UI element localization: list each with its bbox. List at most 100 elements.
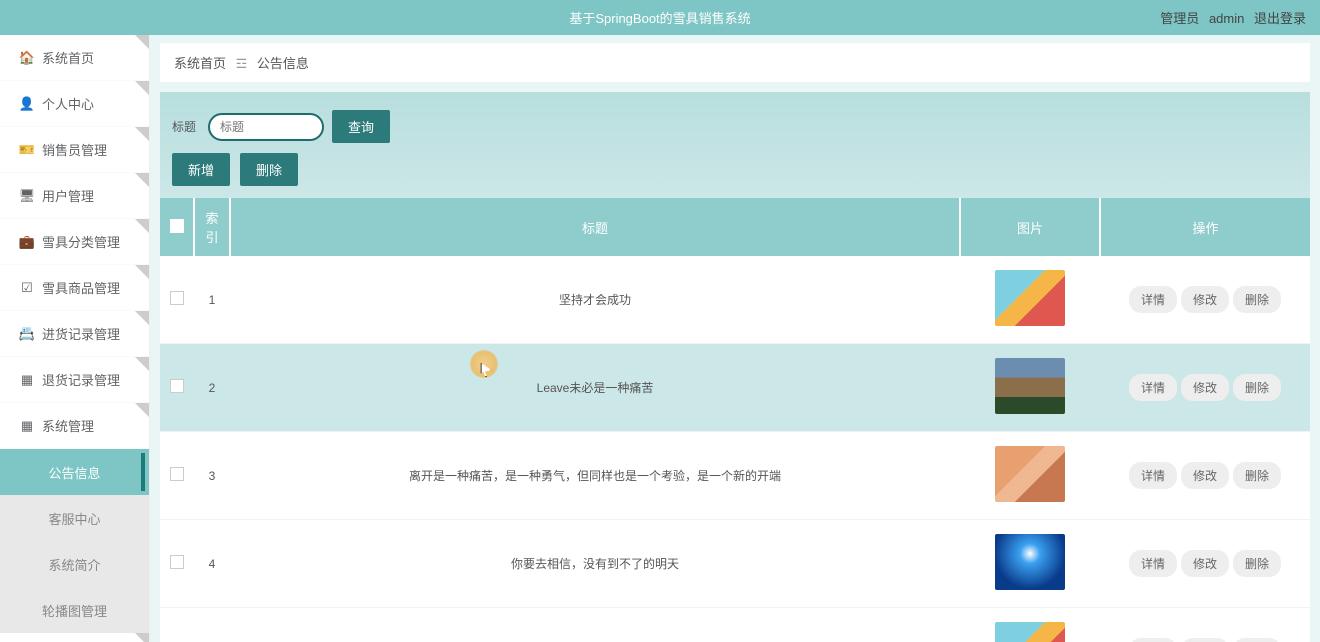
row-title: Leave未必是一种痛苦: [230, 344, 960, 432]
submenu-item-service[interactable]: 客服中心: [0, 495, 149, 541]
detail-button[interactable]: 详情: [1129, 550, 1177, 577]
edit-button[interactable]: 修改: [1181, 638, 1229, 642]
ticket-icon: 🎫: [20, 143, 34, 157]
add-button[interactable]: 新增: [172, 153, 230, 186]
select-all-header[interactable]: [160, 198, 194, 256]
sidebar-item-label: 雪具分类管理: [42, 232, 120, 251]
row-checkbox[interactable]: [160, 256, 194, 344]
sidebar-item-category[interactable]: 💼 雪具分类管理: [0, 219, 149, 265]
row-image: [960, 432, 1100, 520]
row-checkbox[interactable]: [160, 344, 194, 432]
submenu-item-intro[interactable]: 系统简介: [0, 541, 149, 587]
th-image: 图片: [960, 198, 1100, 256]
thumb-image: [995, 270, 1065, 326]
row-checkbox[interactable]: [160, 432, 194, 520]
row-ops: 详情修改删除: [1100, 608, 1310, 642]
detail-button[interactable]: 详情: [1129, 638, 1177, 642]
row-index: 1: [194, 256, 230, 344]
row-index: 2: [194, 344, 230, 432]
thumb-image: [995, 446, 1065, 502]
sidebar-item-order[interactable]: 👤订单管理: [0, 633, 149, 642]
sidebar-item-stockout[interactable]: ▦退货记录管理: [0, 357, 149, 403]
row-image: [960, 608, 1100, 642]
header-right: 管理员 admin 退出登录: [1154, 8, 1306, 27]
delete-button[interactable]: 删除: [240, 153, 298, 186]
th-index: 索引: [194, 198, 230, 256]
delete-row-button[interactable]: 删除: [1233, 550, 1281, 577]
breadcrumb-root[interactable]: 系统首页: [174, 56, 226, 71]
row-title: 你要去相信，没有到不了的明天: [230, 520, 960, 608]
checkbox-icon: [170, 467, 184, 481]
thumb-image: [995, 622, 1065, 642]
sidebar-item-stockin[interactable]: 📇 进货记录管理: [0, 311, 149, 357]
checkbox-icon: [170, 291, 184, 305]
delete-row-button[interactable]: 删除: [1233, 638, 1281, 642]
app-title: 基于SpringBoot的雪具销售系统: [569, 8, 750, 27]
delete-row-button[interactable]: 删除: [1233, 462, 1281, 489]
submenu-system: 公告信息 客服中心 系统简介 轮播图管理: [0, 449, 149, 633]
sidebar-item-label: 系统首页: [42, 48, 94, 67]
checkbox-icon: [170, 219, 184, 233]
row-title: 挫折是另一个生命的开端: [230, 608, 960, 642]
sidebar-item-home[interactable]: 🏠 系统首页: [0, 35, 149, 81]
sidebar-item-sales[interactable]: 🎫销售员管理: [0, 127, 149, 173]
main: 系统首页 ☲ 公告信息 标题 查询 新增 删除 索引 标题: [150, 35, 1320, 642]
sidebar-item-label: 客服中心: [48, 509, 100, 528]
thumb-image: [995, 358, 1065, 414]
sidebar-item-users[interactable]: 🖥用户管理: [0, 173, 149, 219]
sidebar-item-goods[interactable]: ☑雪具商品管理: [0, 265, 149, 311]
th-title: 标题: [230, 198, 960, 256]
row-ops: 详情修改删除: [1100, 256, 1310, 344]
logout-link[interactable]: 退出登录: [1254, 11, 1306, 26]
row-index: 3: [194, 432, 230, 520]
sidebar-item-label: 退货记录管理: [42, 370, 120, 389]
filter-label: 标题: [172, 118, 196, 135]
detail-button[interactable]: 详情: [1129, 286, 1177, 313]
row-title: 坚持才会成功: [230, 256, 960, 344]
sidebar-item-label: 轮播图管理: [42, 601, 107, 620]
detail-button[interactable]: 详情: [1129, 462, 1177, 489]
detail-button[interactable]: 详情: [1129, 374, 1177, 401]
sidebar-item-system[interactable]: ▦ 系统管理: [0, 403, 149, 449]
delete-row-button[interactable]: 删除: [1233, 286, 1281, 313]
sidebar-item-label: 系统简介: [48, 555, 100, 574]
sidebar-item-label: 雪具商品管理: [42, 278, 120, 297]
row-title: 离开是一种痛苦，是一种勇气，但同样也是一个考验，是一个新的开端: [230, 432, 960, 520]
sidebar-item-profile[interactable]: 👤 个人中心: [0, 81, 149, 127]
row-ops: 详情修改删除: [1100, 432, 1310, 520]
edit-button[interactable]: 修改: [1181, 374, 1229, 401]
submenu-item-announcement[interactable]: 公告信息: [0, 449, 149, 495]
table-row: 5挫折是另一个生命的开端详情修改删除: [160, 608, 1310, 642]
edit-button[interactable]: 修改: [1181, 550, 1229, 577]
edit-button[interactable]: 修改: [1181, 286, 1229, 313]
home-icon: 🏠: [20, 51, 34, 65]
search-button[interactable]: 查询: [332, 110, 390, 143]
inbox-icon: 📇: [20, 327, 34, 341]
username-label: admin: [1209, 11, 1244, 26]
row-image: [960, 344, 1100, 432]
row-ops: 详情修改删除: [1100, 344, 1310, 432]
delete-row-button[interactable]: 删除: [1233, 374, 1281, 401]
row-checkbox[interactable]: [160, 520, 194, 608]
checkbox-icon: [170, 379, 184, 393]
row-checkbox[interactable]: [160, 608, 194, 642]
checkbox-icon: [170, 555, 184, 569]
header: 基于SpringBoot的雪具销售系统 管理员 admin 退出登录: [0, 0, 1320, 35]
row-image: [960, 520, 1100, 608]
filter-bar: 标题 查询 新增 删除: [160, 92, 1310, 198]
sidebar-item-label: 进货记录管理: [42, 324, 120, 343]
sidebar-item-label: 用户管理: [42, 186, 94, 205]
sidebar-item-label: 系统管理: [42, 416, 94, 435]
user-icon: 👤: [20, 97, 34, 111]
grid-icon: ▦: [20, 419, 34, 433]
submenu-item-carousel[interactable]: 轮播图管理: [0, 587, 149, 633]
briefcase-icon: 💼: [20, 235, 34, 249]
sidebar-item-label: 个人中心: [42, 94, 94, 113]
title-input[interactable]: [208, 113, 324, 141]
table-row: 4你要去相信，没有到不了的明天 详情修改删除: [160, 520, 1310, 608]
table-row: 2Leave未必是一种痛苦 详情修改删除: [160, 344, 1310, 432]
row-index: 4: [194, 520, 230, 608]
row-image: [960, 256, 1100, 344]
edit-button[interactable]: 修改: [1181, 462, 1229, 489]
thumb-image: [995, 534, 1065, 590]
